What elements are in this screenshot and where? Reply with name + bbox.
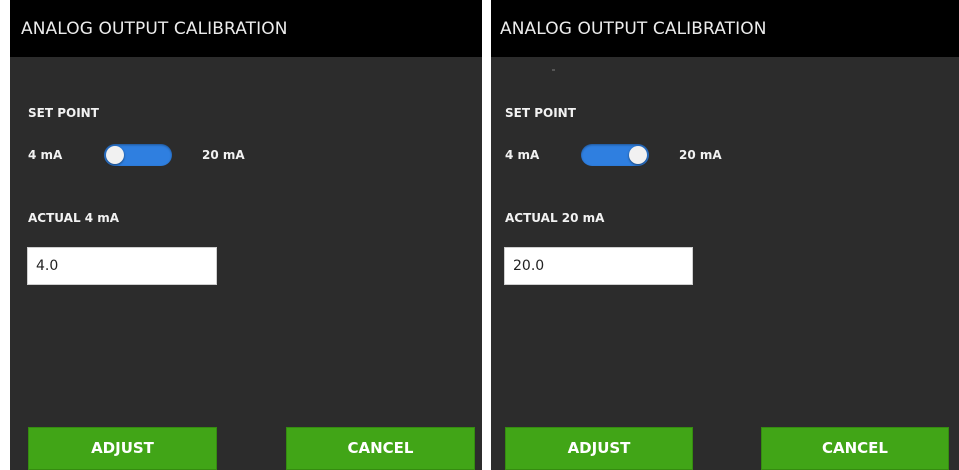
adjust-button[interactable]: ADJUST (28, 427, 217, 470)
calibration-screen-20ma: ANALOG OUTPUT CALIBRATION SET POINT 4 mA… (491, 0, 959, 470)
adjust-button[interactable]: ADJUST (505, 427, 693, 470)
screen-title: ANALOG OUTPUT CALIBRATION (21, 19, 288, 39)
high-option-label: 20 mA (202, 148, 245, 162)
set-point-toggle[interactable] (581, 144, 649, 166)
toggle-knob (106, 146, 124, 164)
low-option-label: 4 mA (28, 148, 63, 162)
calibration-screen-4ma: ANALOG OUTPUT CALIBRATION SET POINT 4 mA… (10, 0, 482, 470)
cancel-button[interactable]: CANCEL (761, 427, 949, 470)
toggle-knob (629, 146, 647, 164)
set-point-label: SET POINT (505, 106, 576, 120)
actual-value-input[interactable] (27, 247, 217, 285)
title-bar: ANALOG OUTPUT CALIBRATION (491, 0, 959, 57)
actual-label: ACTUAL 20 mA (505, 211, 605, 225)
set-point-toggle[interactable] (104, 144, 172, 166)
high-option-label: 20 mA (679, 148, 722, 162)
set-point-label: SET POINT (28, 106, 99, 120)
low-option-label: 4 mA (505, 148, 540, 162)
title-bar: ANALOG OUTPUT CALIBRATION (10, 0, 482, 57)
actual-label: ACTUAL 4 mA (28, 211, 120, 225)
cancel-button[interactable]: CANCEL (286, 427, 475, 470)
decorative-dot (552, 69, 555, 71)
actual-value-input[interactable] (504, 247, 693, 285)
screen-title: ANALOG OUTPUT CALIBRATION (500, 19, 767, 39)
